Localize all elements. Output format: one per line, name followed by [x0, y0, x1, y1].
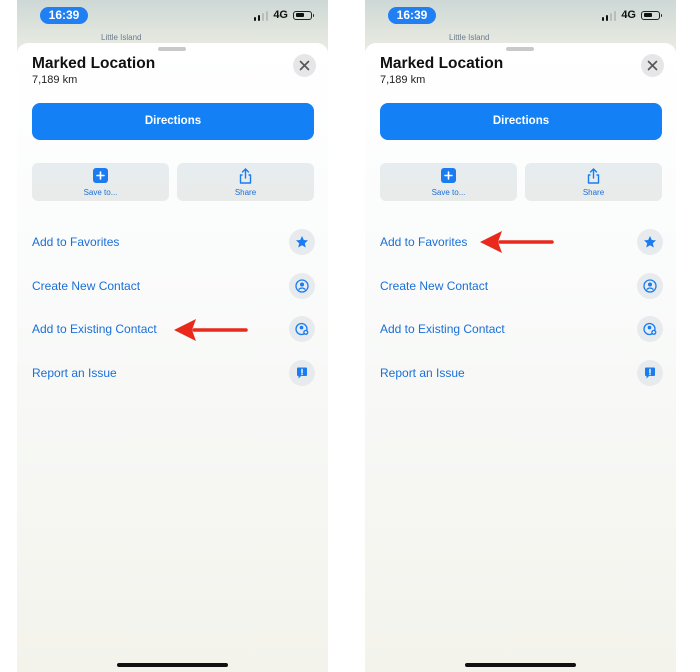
share-icon	[586, 168, 601, 184]
map-label: Little Island	[449, 33, 490, 42]
report-bubble-icon	[289, 360, 315, 386]
place-title: Marked Location	[380, 55, 504, 72]
close-icon	[299, 60, 310, 71]
place-sheet: Marked Location 7,189 km Directions Save…	[365, 43, 676, 672]
save-to-button[interactable]: Save to...	[380, 163, 517, 201]
map-label: Little Island	[101, 33, 142, 42]
battery-icon	[293, 10, 314, 20]
sheet-grabber[interactable]	[506, 47, 534, 51]
report-an-issue-label: Report an Issue	[380, 366, 465, 380]
save-to-label: Save to...	[83, 188, 118, 197]
directions-button[interactable]: Directions	[380, 103, 662, 140]
share-icon	[238, 168, 253, 184]
person-add-icon	[289, 316, 315, 342]
create-new-contact-label: Create New Contact	[380, 279, 489, 293]
plus-icon	[93, 168, 108, 183]
status-time: 16:39	[40, 7, 88, 24]
place-distance: 7,189 km	[380, 74, 426, 86]
create-new-contact-label: Create New Contact	[32, 279, 141, 293]
status-indicators: 4G	[253, 8, 314, 22]
star-icon	[637, 229, 663, 255]
close-icon	[647, 60, 658, 71]
signal-icon	[601, 10, 617, 21]
share-label: Share	[234, 188, 257, 197]
status-time: 16:39	[388, 7, 436, 24]
person-add-icon	[637, 316, 663, 342]
plus-icon	[441, 168, 456, 183]
red-arrow-icon	[174, 319, 248, 341]
directions-button[interactable]: Directions	[32, 103, 314, 140]
create-new-contact-row[interactable]: Create New Contact	[17, 271, 328, 301]
report-an-issue-label: Report an Issue	[32, 366, 117, 380]
add-to-favorites-label: Add to Favorites	[380, 235, 468, 249]
save-to-button[interactable]: Save to...	[32, 163, 169, 201]
close-button[interactable]	[293, 54, 316, 77]
add-to-favorites-label: Add to Favorites	[32, 235, 120, 249]
place-title: Marked Location	[32, 55, 156, 72]
phone-screen-right: Little Island 16:39 4G Marked Location 7…	[365, 0, 676, 672]
network-label: 4G	[273, 9, 288, 21]
person-circle-icon	[637, 273, 663, 299]
report-an-issue-row[interactable]: Report an Issue	[365, 358, 676, 388]
save-to-label: Save to...	[431, 188, 466, 197]
sheet-grabber[interactable]	[158, 47, 186, 51]
place-distance: 7,189 km	[32, 74, 78, 86]
share-button[interactable]: Share	[177, 163, 314, 201]
add-to-favorites-row[interactable]: Add to Favorites	[17, 227, 328, 257]
report-an-issue-row[interactable]: Report an Issue	[17, 358, 328, 388]
add-to-existing-contact-row[interactable]: Add to Existing Contact	[365, 314, 676, 344]
place-sheet: Marked Location 7,189 km Directions Save…	[17, 43, 328, 672]
signal-icon	[253, 10, 269, 21]
share-button[interactable]: Share	[525, 163, 662, 201]
home-indicator	[465, 663, 576, 667]
battery-icon	[641, 10, 662, 20]
close-button[interactable]	[641, 54, 664, 77]
report-bubble-icon	[637, 360, 663, 386]
add-to-existing-contact-label: Add to Existing Contact	[380, 322, 505, 336]
create-new-contact-row[interactable]: Create New Contact	[365, 271, 676, 301]
share-label: Share	[582, 188, 605, 197]
network-label: 4G	[621, 9, 636, 21]
person-circle-icon	[289, 273, 315, 299]
star-icon	[289, 229, 315, 255]
add-to-existing-contact-label: Add to Existing Contact	[32, 322, 157, 336]
home-indicator	[117, 663, 228, 667]
red-arrow-icon	[480, 231, 554, 253]
status-indicators: 4G	[601, 8, 662, 22]
